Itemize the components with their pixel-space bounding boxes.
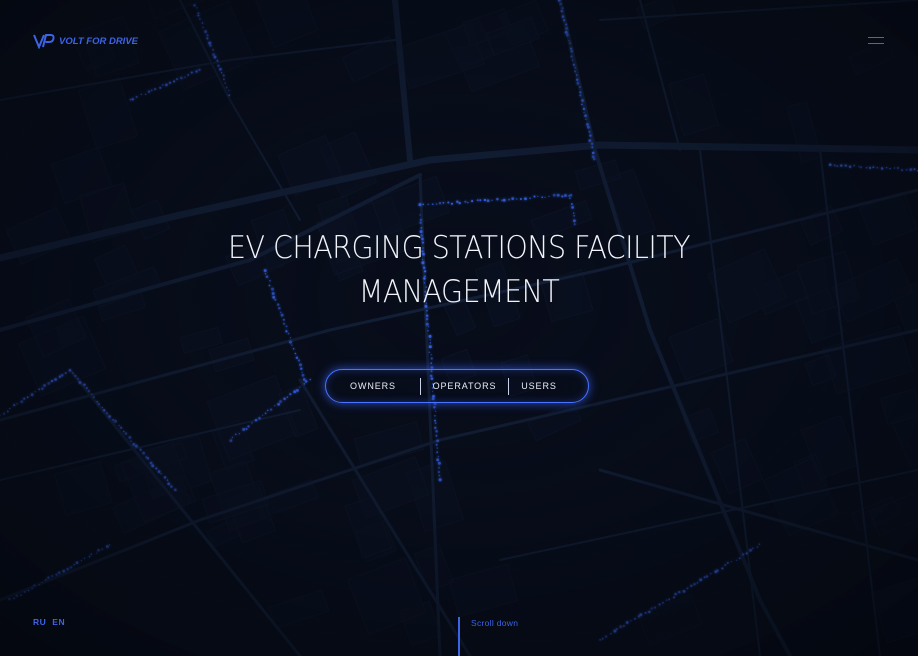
brand-logo[interactable]: VOLT FOR DRIVE — [33, 33, 138, 49]
scroll-indicator-line — [458, 617, 460, 656]
language-en-link[interactable]: EN — [52, 617, 65, 627]
language-ru-link[interactable]: RU — [33, 617, 46, 627]
language-switcher: RU EN — [33, 617, 65, 627]
city-map-background — [0, 0, 918, 656]
scroll-down-link[interactable]: Scroll down — [471, 618, 518, 628]
page-title-line-1: EV CHARGING STATIONS FACILITY — [228, 230, 690, 266]
audience-selector: OWNERS OPERATORS USERS — [325, 369, 589, 403]
audience-operators-button[interactable]: OPERATORS — [421, 370, 508, 402]
hamburger-menu-icon[interactable] — [868, 36, 886, 46]
audience-users-button[interactable]: USERS — [509, 370, 569, 402]
page-title-line-2: MANAGEMENT — [358, 274, 560, 310]
audience-owners-button[interactable]: OWNERS — [326, 370, 420, 402]
vp-logo-icon — [33, 34, 55, 49]
brand-name: VOLT FOR DRIVE — [59, 35, 138, 47]
page-title: EV CHARGING STATIONS FACILITY MANAGEMENT — [37, 226, 882, 314]
